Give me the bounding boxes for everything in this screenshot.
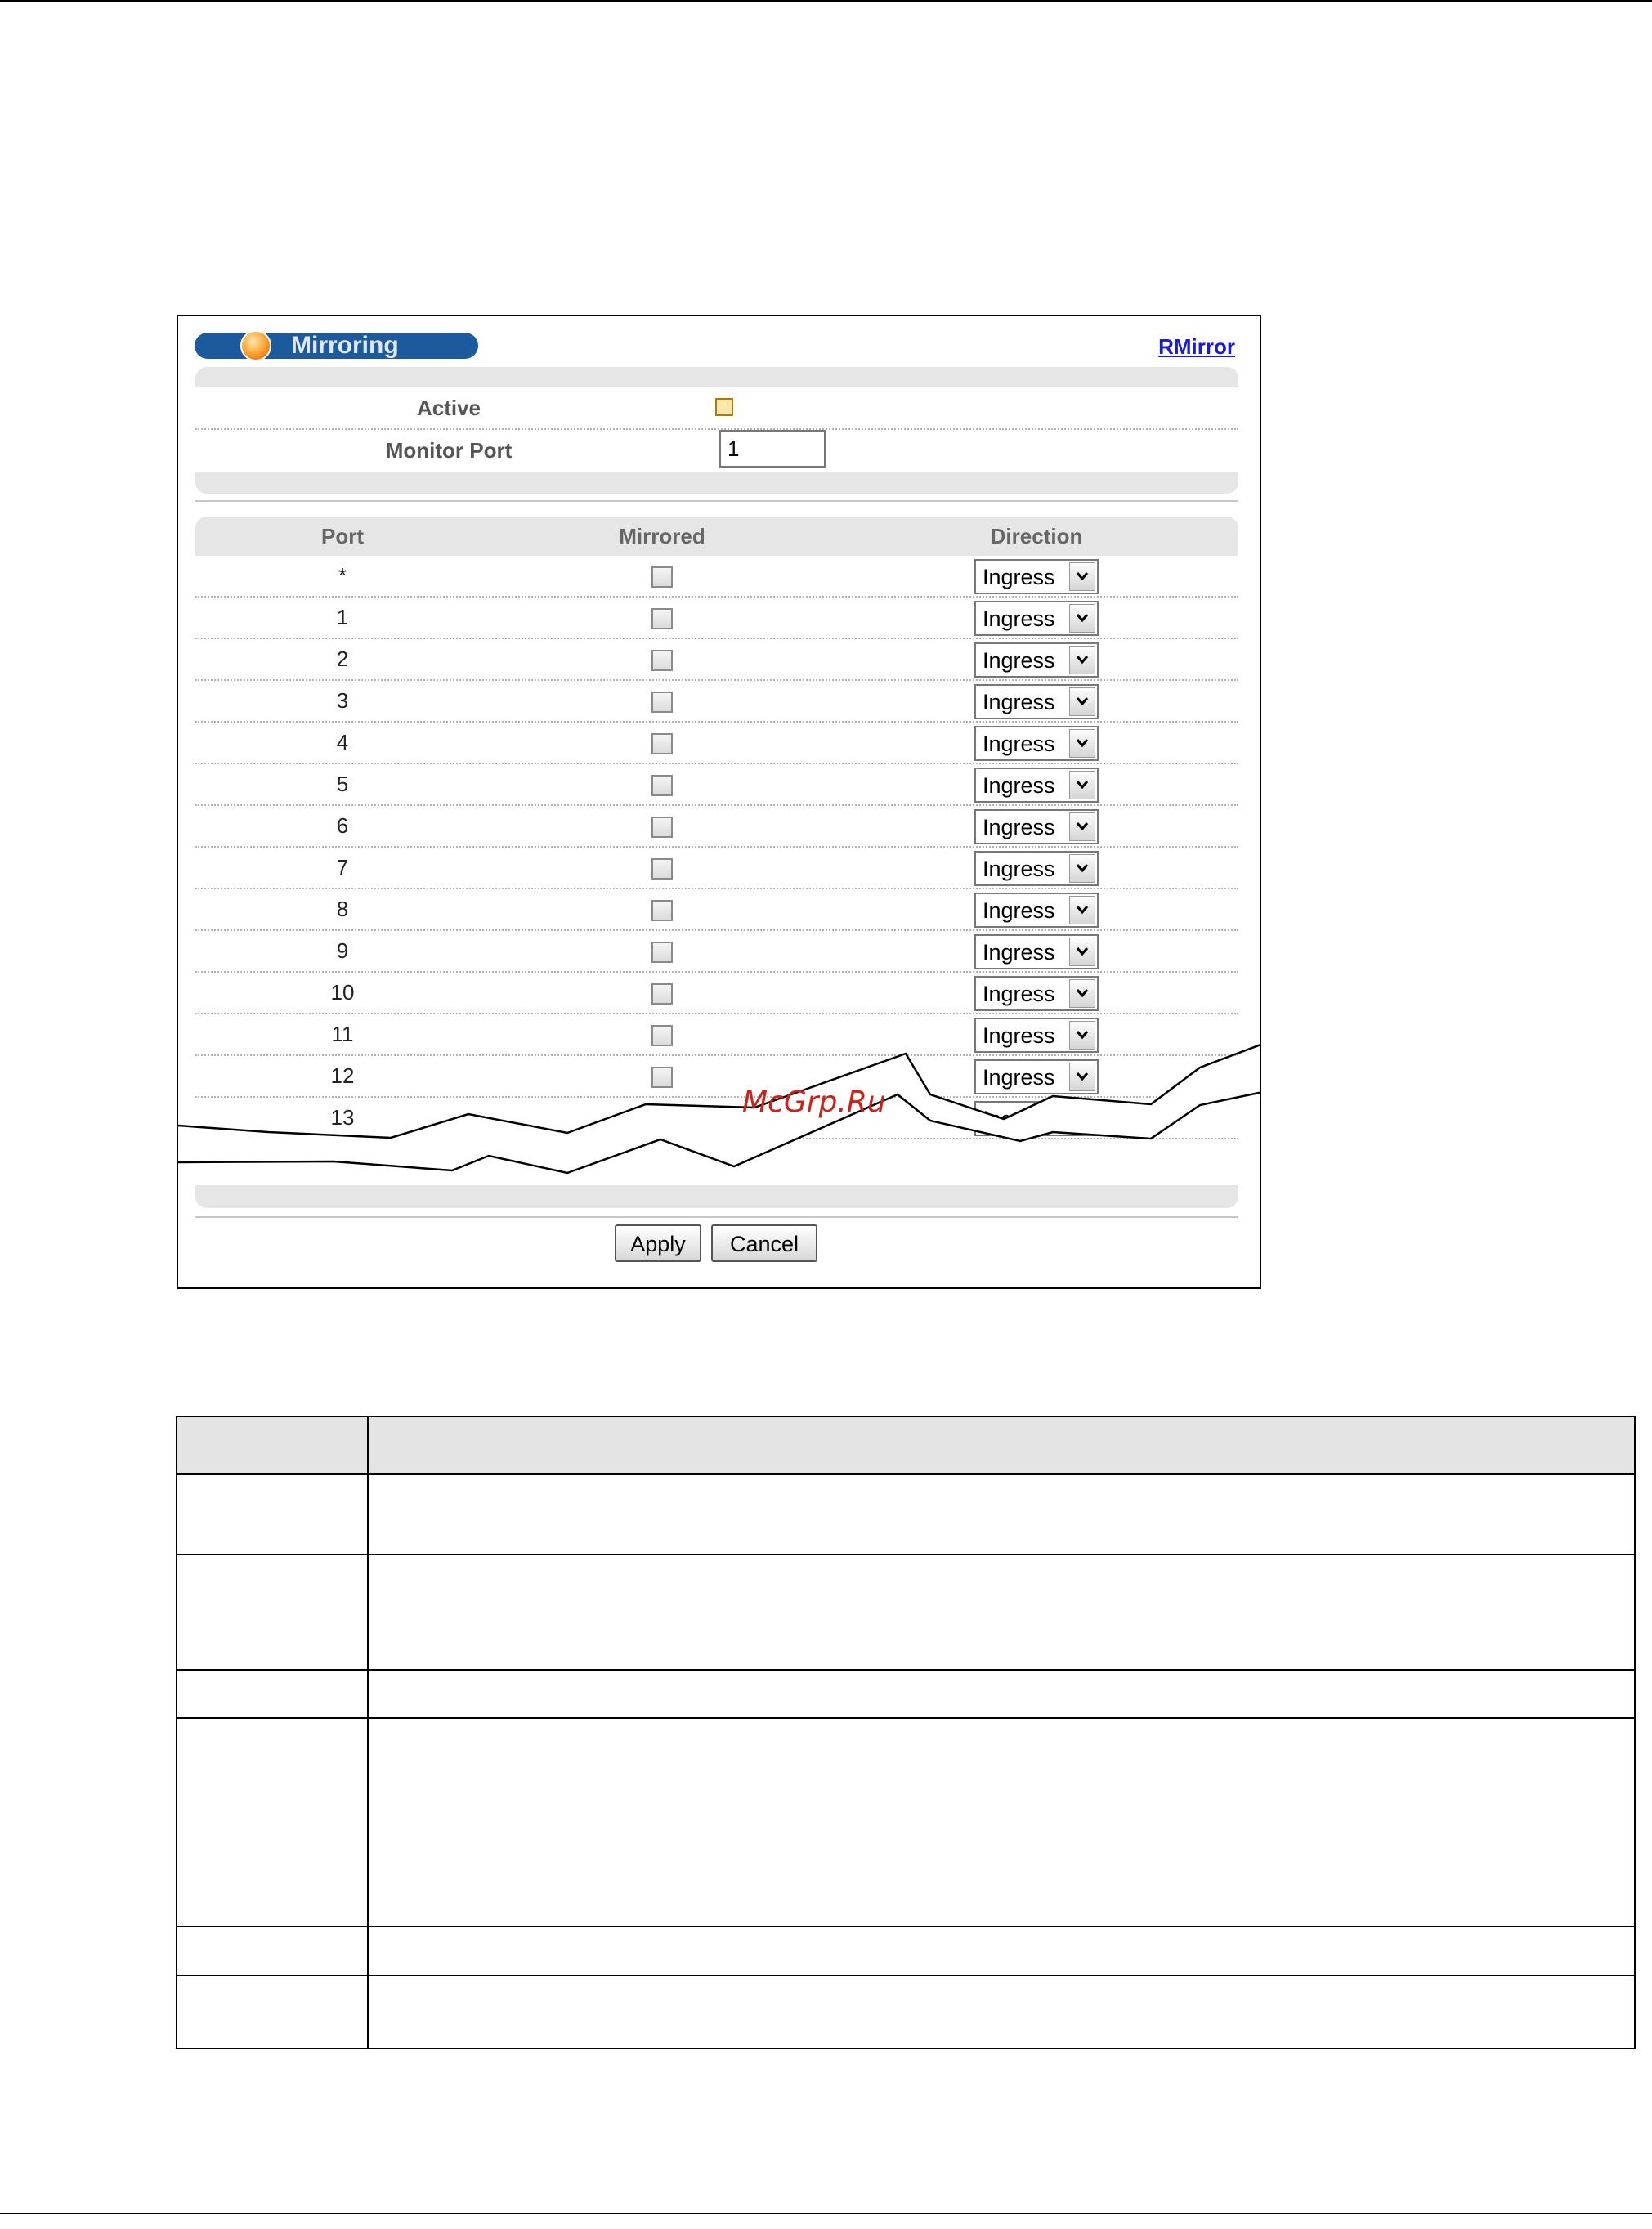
table-rule (177, 1926, 1634, 1927)
table-rule (177, 1717, 1634, 1719)
table-rule (177, 1554, 1634, 1555)
page-break-lines (178, 1044, 1260, 1175)
divider-bottom (195, 1216, 1238, 1218)
mirroring-screenshot: Mirroring RMirror Active Monitor Port Po… (177, 315, 1261, 1289)
cancel-button[interactable]: Cancel (711, 1224, 817, 1262)
apply-button[interactable]: Apply (615, 1224, 701, 1262)
description-table (176, 1416, 1636, 2049)
watermark-text: McGrp.Ru (742, 1085, 886, 1119)
page-top-rule (0, 0, 1652, 2)
table-column-rule (367, 1417, 369, 2048)
page-bottom-rule (0, 2213, 1652, 2214)
table-rule (177, 1669, 1634, 1671)
table-rule (177, 1975, 1634, 1976)
description-table-header (177, 1417, 1634, 1475)
